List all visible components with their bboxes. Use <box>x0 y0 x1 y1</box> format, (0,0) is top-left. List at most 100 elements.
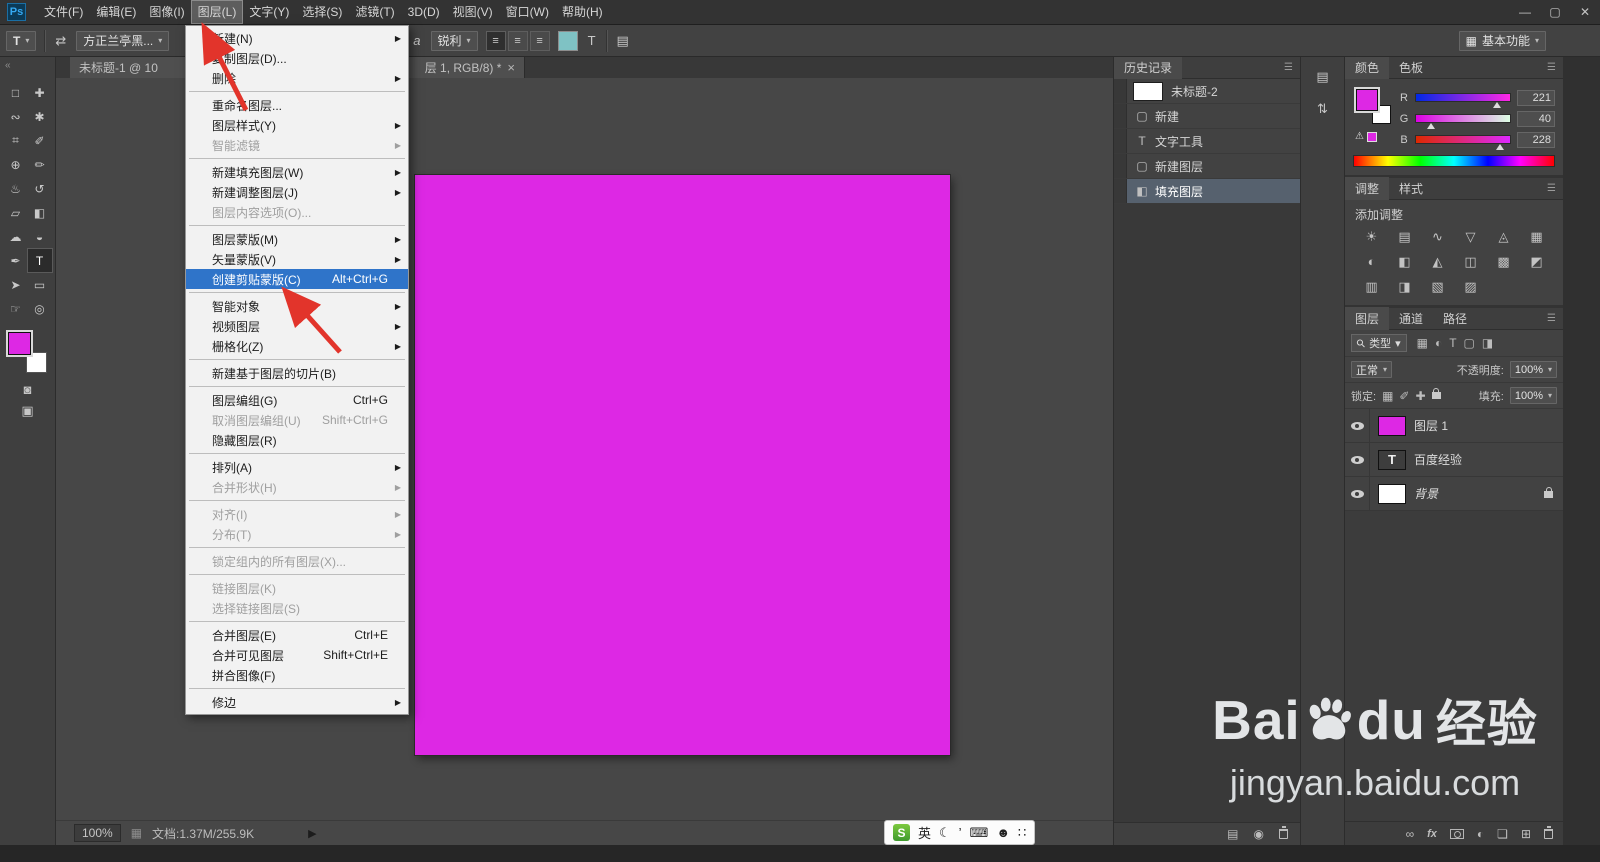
layer-menu-item[interactable]: 视频图层 ▶ <box>186 316 408 336</box>
layer-menu-item[interactable]: 新建调整图层(J) ▶ <box>186 182 408 202</box>
layer-menu-item[interactable]: 隐藏图层(R) <box>186 430 408 450</box>
delete-state-button[interactable] <box>1279 826 1288 839</box>
font-family-select[interactable]: 方正兰亭黑... ▾ <box>76 30 170 51</box>
eyedropper-tool[interactable]: ✐ <box>28 129 52 152</box>
history-brush-tool[interactable]: ↺ <box>28 177 52 200</box>
quick-selection-tool[interactable]: ✱ <box>28 105 52 128</box>
status-flyout-button[interactable]: ▶ <box>308 827 316 840</box>
layer-name[interactable]: 背景 <box>1414 485 1438 502</box>
tab-color[interactable]: 颜色 <box>1345 56 1390 79</box>
new-adjustment-layer-button[interactable]: ◐ <box>1477 827 1484 841</box>
screen-mode-icon[interactable]: ▣ <box>21 403 33 419</box>
ime-punct-icon[interactable]: ’ <box>959 825 962 840</box>
history-state-row[interactable]: 未标题-2 <box>1114 79 1300 104</box>
shape-tool[interactable]: ▭ <box>28 273 52 296</box>
window-minimize-button[interactable]: — <box>1510 1 1540 23</box>
canvas-document[interactable] <box>415 175 950 755</box>
tool-preset-picker[interactable]: T ▾ <box>6 30 37 51</box>
toggle-text-orientation-icon[interactable]: ⇄ <box>53 33 68 49</box>
blend-mode-select[interactable]: 正常 ▾ <box>1351 361 1393 378</box>
tab-close-icon[interactable]: × <box>507 60 515 75</box>
ime-keyboard-icon[interactable]: ⌨ <box>970 825 989 841</box>
delete-layer-button[interactable] <box>1544 825 1553 839</box>
hand-tool[interactable]: ☞ <box>4 297 28 320</box>
channel-slider[interactable] <box>1415 135 1511 150</box>
background-color-swatch[interactable] <box>25 352 47 373</box>
window-close-button[interactable]: ✕ <box>1570 1 1600 23</box>
layer-filter-select[interactable]: ⚲ 类型 ▾ <box>1351 334 1407 352</box>
adjustment-icon[interactable]: ▧ <box>1421 279 1454 295</box>
history-state-row[interactable]: ▢ 新建 <box>1114 104 1300 129</box>
history-source-well[interactable] <box>1114 179 1127 203</box>
text-color-swatch[interactable] <box>557 30 578 51</box>
menubar-item[interactable]: 编辑(E) <box>90 1 142 23</box>
adjustment-icon[interactable]: ◩ <box>1520 254 1553 270</box>
layer-menu-item[interactable]: 合并可见图层 Shift+Ctrl+E <box>186 645 408 665</box>
align-left-button[interactable]: ≡ <box>485 30 506 51</box>
panel-menu-icon[interactable]: ☰ <box>1547 183 1556 194</box>
quick-mask-icon[interactable]: ◙ <box>24 382 32 397</box>
crop-tool[interactable]: ⌗ <box>4 129 28 152</box>
layer-row[interactable]: 图层 1 <box>1345 409 1563 443</box>
slider-thumb-icon[interactable] <box>1493 102 1502 108</box>
warp-text-icon[interactable]: T <box>586 33 598 48</box>
channel-value[interactable]: 228 <box>1517 131 1555 148</box>
adjustment-icon[interactable]: ▨ <box>1454 279 1487 295</box>
layer-menu-item[interactable]: 创建剪贴蒙版(C) Alt+Ctrl+G <box>186 269 408 289</box>
ime-moon-icon[interactable]: ☾ <box>939 825 951 841</box>
tab-swatches[interactable]: 色板 <box>1389 56 1433 79</box>
foreground-color-swatch[interactable] <box>7 332 31 355</box>
sogou-logo-icon[interactable]: S <box>893 824 910 841</box>
layer-menu-item[interactable]: 排列(A) ▶ <box>186 457 408 477</box>
tab-channels[interactable]: 通道 <box>1389 307 1433 330</box>
foreground-color-swatch[interactable] <box>1356 89 1378 111</box>
slider-thumb-icon[interactable] <box>1426 123 1435 129</box>
channel-slider[interactable] <box>1415 93 1511 108</box>
channel-value[interactable]: 221 <box>1517 89 1555 106</box>
collapse-toolbar-icon[interactable]: « <box>5 60 11 71</box>
layer-menu-item[interactable]: 新建填充图层(W) ▶ <box>186 162 408 182</box>
layer-menu-item[interactable]: 栅格化(Z) ▶ <box>186 336 408 356</box>
layer-thumbnail[interactable] <box>1378 415 1406 436</box>
rectangular-marquee-tool[interactable]: □ <box>4 81 28 104</box>
layer-menu-item[interactable]: 删除 ▶ <box>186 68 408 88</box>
layer-menu-item[interactable]: 重命名图层... <box>186 95 408 115</box>
align-right-button[interactable]: ≡ <box>529 30 550 51</box>
history-state-row[interactable]: T 文字工具 <box>1114 129 1300 154</box>
dock-panel-icon-2[interactable]: ⇅ <box>1310 97 1336 121</box>
menubar-item[interactable]: 3D(D) <box>402 1 446 23</box>
align-center-button[interactable]: ≡ <box>507 30 528 51</box>
pen-tool[interactable]: ✒ <box>4 249 28 272</box>
workspace-switcher[interactable]: ▦ 基本功能 ▾ <box>1458 30 1546 51</box>
adjustment-icon[interactable]: ◧ <box>1388 254 1421 270</box>
ime-user-icon[interactable]: ☻ <box>996 825 1010 840</box>
panel-menu-icon[interactable]: ☰ <box>1547 62 1556 73</box>
new-document-from-state-button[interactable]: ▤ <box>1227 827 1238 841</box>
history-source-well[interactable] <box>1114 154 1127 178</box>
layer-menu-item[interactable]: 合并图层(E) Ctrl+E <box>186 625 408 645</box>
layer-menu-item[interactable]: 修边 ▶ <box>186 692 408 712</box>
layer-menu-item[interactable]: 智能对象 ▶ <box>186 296 408 316</box>
clone-stamp-tool[interactable]: ♨ <box>4 177 28 200</box>
tab-paths[interactable]: 路径 <box>1433 307 1477 330</box>
menubar-item[interactable]: 文字(Y) <box>243 1 295 23</box>
path-selection-tool[interactable]: ➤ <box>4 273 28 296</box>
menubar-item[interactable]: 文件(F) <box>38 1 89 23</box>
menubar-item[interactable]: 选择(S) <box>296 1 348 23</box>
filter-adjustment-layers-icon[interactable]: ◐ <box>1435 336 1442 350</box>
lock-all-icon[interactable] <box>1431 388 1441 399</box>
tab-adjustments[interactable]: 调整 <box>1345 177 1390 200</box>
gamut-warning-icon[interactable]: ⚠ <box>1355 131 1364 142</box>
new-group-button[interactable]: ❏ <box>1497 827 1508 841</box>
adjustment-icon[interactable]: ▥ <box>1355 279 1388 295</box>
layer-menu-item[interactable]: 拼合图像(F) <box>186 665 408 685</box>
adjustment-icon[interactable]: ☀ <box>1355 229 1388 245</box>
lasso-tool[interactable]: ∾ <box>4 105 28 128</box>
gradient-tool[interactable]: ◧ <box>28 201 52 224</box>
layer-menu-item[interactable]: 矢量蒙版(V) ▶ <box>186 249 408 269</box>
layer-menu-item[interactable]: 图层样式(Y) ▶ <box>186 115 408 135</box>
menubar-item[interactable]: 窗口(W) <box>500 1 555 23</box>
tab-history[interactable]: 历史记录 <box>1114 56 1183 79</box>
gamut-closest-color-swatch[interactable] <box>1366 131 1377 142</box>
zoom-tool[interactable]: ◎ <box>28 297 52 320</box>
